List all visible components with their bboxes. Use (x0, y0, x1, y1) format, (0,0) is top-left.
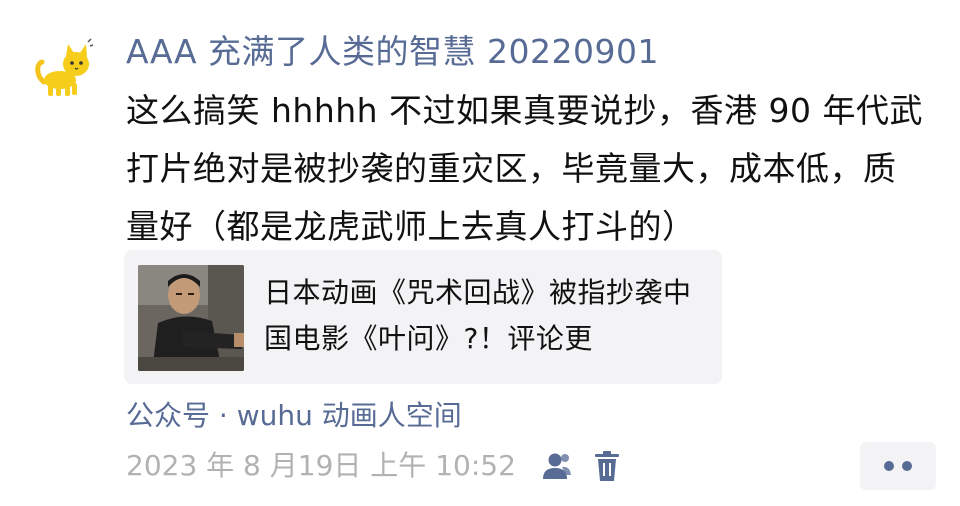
avatar[interactable] (32, 36, 94, 98)
moments-post: AAA 充满了人类的智慧 20220901 这么搞笑 hhhhh 不过如果真要说… (0, 0, 960, 506)
people-icon[interactable] (538, 449, 572, 483)
post-content: AAA 充满了人类的智慧 20220901 这么搞笑 hhhhh 不过如果真要说… (126, 28, 936, 256)
post-meta-row: 2023 年 8 月19日 上午 10:52 (126, 446, 624, 486)
post-timestamp: 2023 年 8 月19日 上午 10:52 (126, 449, 516, 482)
shared-article-card[interactable]: 日本动画《咒术回战》被指抄袭中国电影《叶问》?！评论更 (124, 250, 722, 384)
post-nickname[interactable]: AAA 充满了人类的智慧 20220901 (126, 28, 936, 76)
more-dots-icon (902, 461, 912, 471)
post-text: 这么搞笑 hhhhh 不过如果真要说抄，香港 90 年代武打片绝对是被抄袭的重灾… (126, 91, 924, 246)
article-title: 日本动画《咒术回战》被指抄袭中国电影《叶问》?！评论更 (264, 276, 692, 355)
article-thumbnail-image (138, 265, 244, 371)
yellow-cat-avatar-icon (35, 38, 94, 96)
article-source[interactable]: 公众号 · wuhu 动画人空间 (126, 396, 462, 436)
more-dots-icon (884, 461, 894, 471)
article-thumbnail (138, 265, 244, 371)
more-button[interactable] (860, 442, 936, 490)
trash-icon[interactable] (590, 449, 624, 483)
